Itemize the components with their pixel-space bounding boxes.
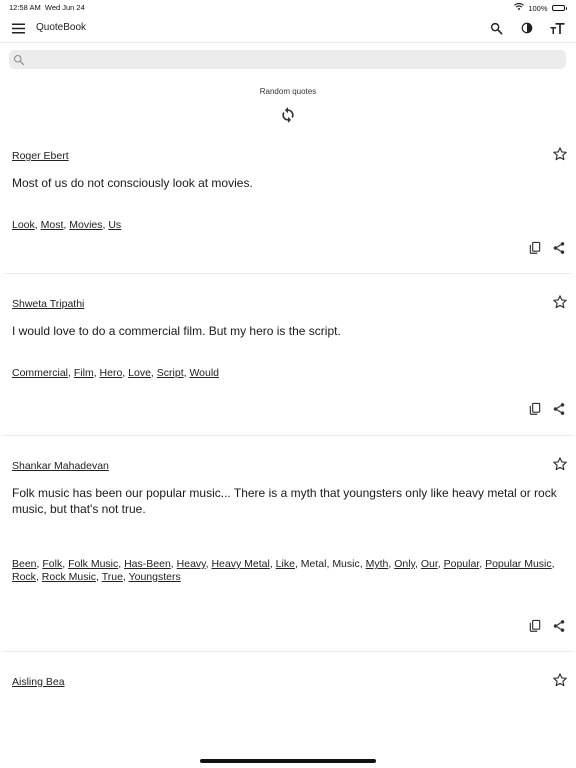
search-field-icon xyxy=(13,53,26,66)
tag-link[interactable]: Us xyxy=(108,219,121,231)
share-icon xyxy=(553,242,565,254)
refresh-button[interactable] xyxy=(278,105,298,125)
favorite-button[interactable] xyxy=(552,146,570,164)
tag-link[interactable]: Popular xyxy=(444,558,480,570)
tag-link[interactable]: Heavy xyxy=(177,558,206,570)
star-icon xyxy=(553,147,567,161)
tag-link[interactable]: Love xyxy=(128,367,151,379)
copy-button[interactable] xyxy=(528,241,544,257)
text-size-icon xyxy=(550,22,564,34)
tag-link[interactable]: Commercial xyxy=(12,367,68,379)
tag-link[interactable]: Has-Been xyxy=(124,558,171,570)
status-time-date: 12:58 AM Wed Jun 24 xyxy=(9,3,85,12)
quote-text: Folk music has been our popular music...… xyxy=(12,486,557,516)
tag-link[interactable]: Hero xyxy=(100,367,123,379)
tag-link[interactable]: Youngsters xyxy=(129,571,181,583)
wifi-icon xyxy=(514,3,525,13)
quote-text: Most of us do not consciously look at mo… xyxy=(12,176,253,190)
quote-tags: Look, Most, Movies, Us xyxy=(12,219,122,231)
tag-link[interactable]: Film xyxy=(74,367,94,379)
favorite-button[interactable] xyxy=(552,294,570,312)
quote-tags: Commercial, Film, Hero, Love, Script, Wo… xyxy=(12,367,220,379)
tag-link: Music xyxy=(332,558,360,570)
app-title: QuoteBook xyxy=(36,22,87,33)
contrast-icon xyxy=(521,22,533,34)
tag-link[interactable]: Rock Music xyxy=(42,571,96,583)
star-icon xyxy=(553,673,567,687)
battery-percent: 100% xyxy=(528,3,548,13)
home-indicator xyxy=(200,759,376,763)
copy-button[interactable] xyxy=(528,402,544,418)
tag-link: Metal xyxy=(300,558,327,570)
quote-card: Shankar Mahadevan Folk music has been ou… xyxy=(4,450,572,652)
tag-link[interactable]: Folk xyxy=(42,558,62,570)
star-icon xyxy=(553,295,567,309)
random-quotes-label: Random quotes xyxy=(259,87,317,96)
tag-link[interactable]: Look xyxy=(12,219,35,231)
tag-link[interactable]: Popular Music xyxy=(485,558,552,570)
quote-card: Shweta Tripathi I would love to do a com… xyxy=(4,288,572,436)
tag-link[interactable]: Like xyxy=(276,558,295,570)
quote-tags: Been, Folk, Folk Music, Has-Been, Heavy,… xyxy=(12,558,555,583)
status-indicators: 100% xyxy=(514,3,567,13)
quote-author-link[interactable]: Roger Ebert xyxy=(12,150,69,162)
quote-author-link[interactable]: Aisling Bea xyxy=(12,676,65,688)
share-button[interactable] xyxy=(552,619,568,635)
star-icon xyxy=(553,457,567,471)
tag-link[interactable]: Most xyxy=(41,219,64,231)
text-size-button[interactable] xyxy=(546,17,568,39)
quote-text: I would love to do a commercial film. Bu… xyxy=(12,324,341,338)
copy-icon xyxy=(529,402,541,415)
status-date: Wed Jun 24 xyxy=(44,3,85,12)
status-time: 12:58 AM xyxy=(9,3,41,12)
battery-icon xyxy=(551,5,567,11)
quote-author-link[interactable]: Shankar Mahadevan xyxy=(12,460,109,472)
refresh-icon xyxy=(282,107,294,123)
quote-card: Aisling Bea xyxy=(4,666,572,768)
favorite-button[interactable] xyxy=(552,672,570,690)
tag-link[interactable]: Our xyxy=(421,558,438,570)
tag-link[interactable]: Movies xyxy=(69,219,102,231)
quote-author-link[interactable]: Shweta Tripathi xyxy=(12,298,84,310)
tag-link[interactable]: Script xyxy=(157,367,184,379)
copy-icon xyxy=(529,241,541,254)
search-icon xyxy=(490,22,502,34)
app-bar: QuoteBook xyxy=(0,14,576,43)
share-button[interactable] xyxy=(552,402,568,418)
tag-link[interactable]: True xyxy=(102,571,123,583)
copy-icon xyxy=(529,619,541,632)
quote-card: Roger Ebert Most of us do not consciousl… xyxy=(4,140,572,274)
theme-toggle-button[interactable] xyxy=(516,17,538,39)
search-input[interactable] xyxy=(31,52,561,67)
tag-link[interactable]: Rock xyxy=(12,571,36,583)
tag-link[interactable]: Heavy Metal xyxy=(211,558,269,570)
favorite-button[interactable] xyxy=(552,456,570,474)
tag-link[interactable]: Been xyxy=(12,558,37,570)
status-bar: 12:58 AM Wed Jun 24 100% xyxy=(0,0,576,14)
menu-button[interactable] xyxy=(7,17,29,39)
search-button[interactable] xyxy=(485,17,507,39)
share-button[interactable] xyxy=(552,241,568,257)
menu-icon xyxy=(11,23,25,33)
search-bar xyxy=(9,50,566,69)
share-icon xyxy=(553,620,565,632)
tag-link[interactable]: Would xyxy=(189,367,219,379)
copy-button[interactable] xyxy=(528,619,544,635)
share-icon xyxy=(553,403,565,415)
tag-link[interactable]: Only xyxy=(394,558,415,570)
tag-link[interactable]: Myth xyxy=(366,558,389,570)
tag-link[interactable]: Folk Music xyxy=(68,558,118,570)
